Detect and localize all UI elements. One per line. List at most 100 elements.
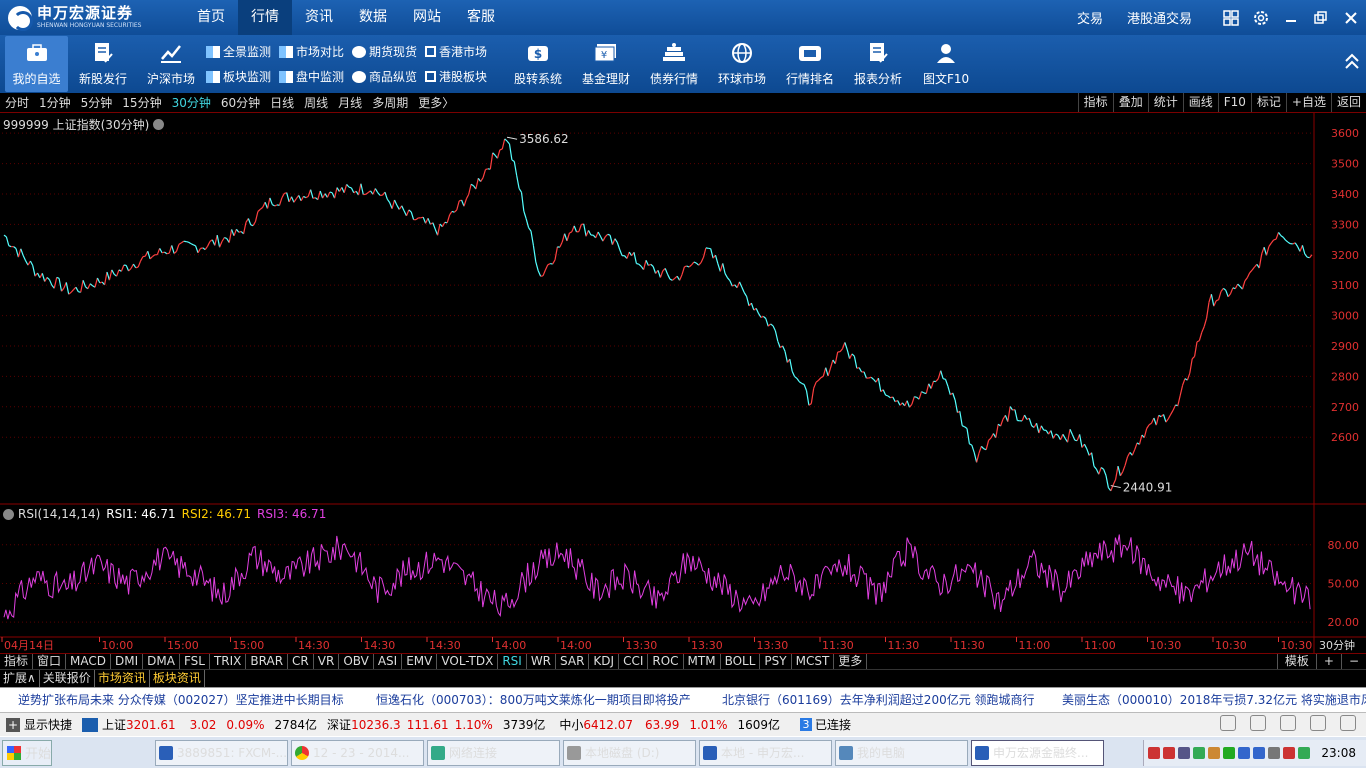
period-5min[interactable]: 5分钟 [76,94,118,111]
hk-connect-trade-link[interactable]: 港股通交易 [1127,8,1192,27]
news-item[interactable]: 恒逸石化（000703）：800万吨文莱炼化一期项目即将投产 [376,688,691,712]
tool-draw-line[interactable]: 画线 [1182,93,1218,112]
ind-tab[interactable]: MTM [684,654,721,669]
taskbar-item[interactable]: 3889851: FXCM-... [155,739,288,766]
news-item[interactable]: 美丽生态（000010）2018年亏损7.32亿元 将实施退市风险 [1062,688,1366,712]
intraday-monitor-button[interactable]: 盘中监测 [279,66,344,88]
search-icon[interactable] [1280,715,1296,731]
taskbar-item[interactable]: 本地磁盘 (D:) [563,739,696,766]
tray-icon[interactable] [1148,747,1161,759]
keyboard-icon[interactable] [1250,715,1266,731]
remove-pane-button[interactable]: − [1340,654,1366,669]
nav-tab-data[interactable]: 数据 [346,0,400,35]
ipo-button[interactable]: 新股发行 [70,36,136,92]
price-chart[interactable]: 2600 2700 2800 2900 3000 3100 3200 3300 3400 3500… [0,113,1366,505]
ind-tab[interactable]: BRAR [246,654,289,669]
start-button[interactable]: 开始 [2,739,52,766]
taskbar-item[interactable]: 12 - 23 - 2014... [291,739,424,766]
tray-icon[interactable] [1208,747,1221,759]
futures-spot-button[interactable]: 期货现货 [352,41,417,63]
tool-indicator[interactable]: 指标 [1077,93,1113,112]
tool-mark[interactable]: 标记 [1250,93,1286,112]
nav-tab-news[interactable]: 资讯 [292,0,346,35]
period-more[interactable]: 更多〉 [413,94,459,111]
period-monthly[interactable]: 月线 [333,94,367,111]
related-quotes-tab[interactable]: 关联报价 [40,670,95,687]
shortcut-plus-icon[interactable]: + [6,717,20,732]
add-pane-button[interactable]: + [1315,654,1341,669]
tray-icon[interactable] [1223,747,1236,759]
volume-icon[interactable] [1220,715,1236,731]
grid-layout-icon[interactable] [1216,0,1246,35]
tool-add-watchlist[interactable]: +自选 [1285,93,1331,112]
period-1min[interactable]: 1分钟 [34,94,76,111]
global-market-button[interactable]: 环球市场 [709,36,775,92]
tool-overlay[interactable]: 叠加 [1112,93,1148,112]
news-item[interactable]: 北京银行（601169）去年净利润超过200亿元 领跑城商行 [722,688,1035,712]
ind-tab[interactable]: MACD [66,654,112,669]
panorama-monitor-button[interactable]: 全景监测 [206,41,271,63]
ind-tab[interactable]: CR [288,654,314,669]
minimize-icon[interactable] [1276,0,1306,35]
nav-tab-service[interactable]: 客服 [454,0,508,35]
period-60min[interactable]: 60分钟 [216,94,265,111]
f10-button[interactable]: 图文F10 [913,36,979,92]
ind-tab[interactable]: WR [527,654,557,669]
tool-f10[interactable]: F10 [1217,93,1251,112]
template-button[interactable]: 模板 [1276,654,1316,669]
rsi-chart[interactable]: 20.00 50.00 80.00 04月14日 10:00 15:00 15:00 14:3… [0,505,1366,653]
ind-tab-more[interactable]: 更多 [834,654,868,669]
ind-tab[interactable]: ASI [374,654,403,669]
collapse-chevron-icon[interactable] [1342,51,1362,75]
ind-tab[interactable]: KDJ [589,654,620,669]
taskbar-item-active[interactable]: 申万宏源金融终... [971,739,1104,766]
my-watchlist-button[interactable]: 我的自选 [5,36,68,92]
sector-monitor-button[interactable]: 板块监测 [206,66,271,88]
news-item[interactable]: 逆势扩张布局未来 分众传媒（002027）坚定推进中长期目标 [18,688,344,712]
bell-icon[interactable] [1340,715,1356,731]
tray-icon[interactable] [1178,747,1191,759]
dropdown-icon[interactable] [153,119,165,130]
ind-tab[interactable]: OBV [339,654,374,669]
period-intraday[interactable]: 分时 [0,94,34,111]
settings-gear-icon[interactable] [1246,0,1276,35]
period-daily[interactable]: 日线 [265,94,299,111]
quote-ranking-button[interactable]: 行情排名 [777,36,843,92]
sector-news-tab[interactable]: 板块资讯 [150,670,205,687]
fund-finance-button[interactable]: ¥ 基金理财 [573,36,639,92]
hk-sector-button[interactable]: 港股板块 [425,66,487,88]
ind-tab[interactable]: DMI [111,654,144,669]
sh-sz-market-button[interactable]: 沪深市场 [138,36,204,92]
tray-icon[interactable] [1163,747,1176,759]
period-30min[interactable]: 30分钟 [167,94,216,111]
ind-tab[interactable]: 窗口 [33,654,67,669]
ind-tab[interactable]: EMV [402,654,438,669]
report-analysis-button[interactable]: 报表分析 [845,36,911,92]
ind-tab[interactable]: VOL-TDX [437,654,499,669]
ind-tab[interactable]: FSL [180,654,210,669]
period-weekly[interactable]: 周线 [299,94,333,111]
period-multi[interactable]: 多周期 [367,94,413,111]
ind-tab[interactable]: SAR [556,654,590,669]
taskbar-item[interactable]: 我的电脑 [835,739,968,766]
signal-icon[interactable] [1310,715,1326,731]
ind-tab[interactable]: ROC [648,654,684,669]
ind-tab[interactable]: TRIX [210,654,247,669]
taskbar-item[interactable]: 网络连接 [427,739,560,766]
tray-icon[interactable] [1298,747,1311,759]
connection-status[interactable]: 已连接 [815,716,851,733]
commodity-overview-button[interactable]: 商品纵览 [352,66,417,88]
hk-market-button[interactable]: 香港市场 [425,41,487,63]
ind-tab-rsi[interactable]: RSI [498,654,527,669]
ind-tab[interactable]: MCST [792,654,835,669]
restore-icon[interactable] [1306,0,1336,35]
ind-tab[interactable]: 指标 [0,654,34,669]
tool-back[interactable]: 返回 [1330,93,1366,112]
ind-tab[interactable]: BOLL [721,654,761,669]
ind-tab[interactable]: DMA [143,654,180,669]
tray-icon[interactable] [1253,747,1266,759]
ind-tab[interactable]: VR [314,654,340,669]
tray-icon[interactable] [1268,747,1281,759]
rsi-dropdown-icon[interactable] [3,508,14,520]
market-compare-button[interactable]: 市场对比 [279,41,344,63]
